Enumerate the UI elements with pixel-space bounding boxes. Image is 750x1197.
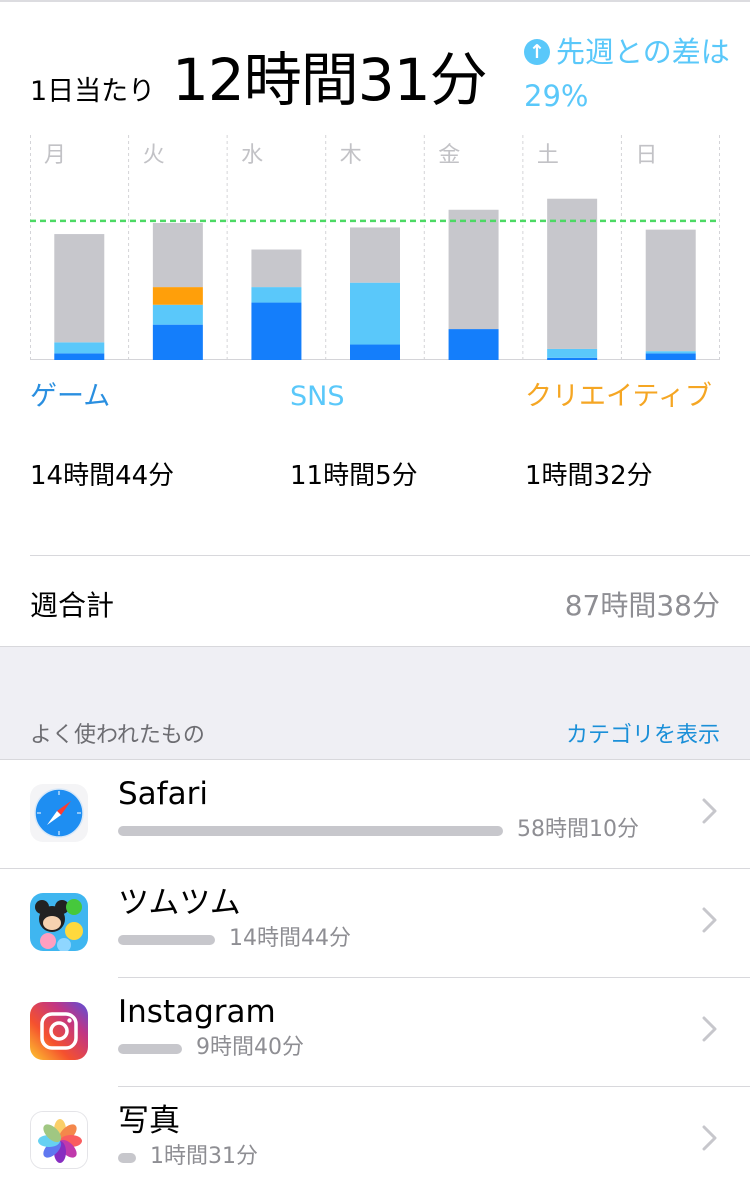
tsumtsum-icon — [30, 893, 88, 951]
bar-segment — [54, 342, 105, 354]
usage-bar — [118, 826, 503, 836]
usage-bar — [118, 1153, 136, 1163]
bar-segment — [350, 227, 400, 283]
app-name: ツムツム — [118, 885, 241, 921]
app-row-instagram[interactable]: Instagram 9時間40分 — [0, 978, 750, 1087]
weekly-total-value: 87時間38分 — [564, 589, 720, 622]
bar-segment — [54, 234, 105, 343]
bar-segment — [645, 353, 696, 360]
category-sns-time: 11時間5分 — [290, 461, 418, 491]
usage-chart-svg: 月火水木金土日 — [30, 135, 720, 360]
category-creative-label: クリエイティブ — [525, 381, 712, 412]
weekly-total-label: 週合計 — [30, 589, 115, 622]
app-row-tsumtsum[interactable]: ツムツム 14時間44分 — [0, 869, 750, 978]
weekly-diff-text: 先週との差は29% — [524, 35, 730, 113]
bar-segment — [448, 329, 499, 360]
app-row-safari[interactable]: Safari 58時間10分 — [0, 760, 750, 869]
chevron-right-icon — [702, 1016, 717, 1042]
bar-segment — [54, 353, 105, 360]
bar-segment — [448, 209, 499, 330]
usage-bar — [118, 1044, 182, 1054]
app-name: Safari — [118, 776, 208, 812]
header: 1日当たり 12時間31分 ↑ 先週との差は29% — [0, 0, 750, 125]
bar-segment — [152, 223, 203, 288]
bar-segment — [251, 287, 302, 303]
app-row-photos[interactable]: 写真 1時間31分 — [0, 1087, 750, 1196]
arrow-up-circle-icon: ↑ — [524, 39, 550, 65]
daily-average-value: 12時間31分 — [172, 46, 488, 114]
usage-time: 58時間10分 — [517, 817, 639, 842]
instagram-icon — [30, 1002, 88, 1060]
bar-segment — [547, 348, 598, 358]
section-header: よく使われたもの カテゴリを表示 — [0, 646, 750, 760]
safari-icon — [30, 784, 88, 842]
usage-chart: 月火水木金土日 — [30, 135, 720, 360]
day-label: 日 — [635, 143, 657, 168]
photos-icon — [30, 1111, 88, 1169]
bar-segment — [350, 282, 400, 345]
category-game-time: 14時間44分 — [30, 461, 175, 491]
bar-segment — [251, 302, 302, 360]
chevron-right-icon — [702, 907, 717, 933]
chevron-right-icon — [702, 1125, 717, 1151]
bar-segment — [350, 344, 400, 360]
weekly-total-row: 週合計 87時間38分 — [0, 556, 750, 646]
bar-segment — [547, 357, 598, 360]
usage-time: 1時間31分 — [150, 1144, 258, 1169]
bar-segment — [645, 351, 696, 354]
bar-segment — [152, 304, 203, 325]
day-label: 土 — [537, 143, 559, 168]
bar-segment — [152, 324, 203, 360]
bar-segment — [152, 287, 203, 305]
usage-time: 9時間40分 — [196, 1035, 304, 1060]
chevron-right-icon — [702, 798, 717, 824]
day-label: 火 — [143, 143, 165, 168]
weekly-diff: ↑ 先週との差は29% — [524, 30, 734, 118]
usage-time: 14時間44分 — [229, 926, 351, 951]
app-name: Instagram — [118, 994, 276, 1030]
daily-average-label: 1日当たり — [30, 76, 156, 107]
day-label: 金 — [438, 143, 460, 168]
day-label: 水 — [241, 143, 263, 168]
category-sns-label: SNS — [290, 381, 345, 412]
day-label: 木 — [340, 143, 362, 168]
day-label: 月 — [44, 143, 66, 168]
category-game-label: ゲーム — [30, 381, 111, 412]
category-creative-time: 1時間32分 — [525, 461, 653, 491]
bar-segment — [251, 249, 302, 288]
bar-segment — [645, 229, 696, 352]
usage-bar — [118, 935, 215, 945]
show-categories-button[interactable]: カテゴリを表示 — [566, 717, 720, 749]
most-used-title: よく使われたもの — [30, 723, 205, 748]
app-name: 写真 — [118, 1103, 180, 1139]
